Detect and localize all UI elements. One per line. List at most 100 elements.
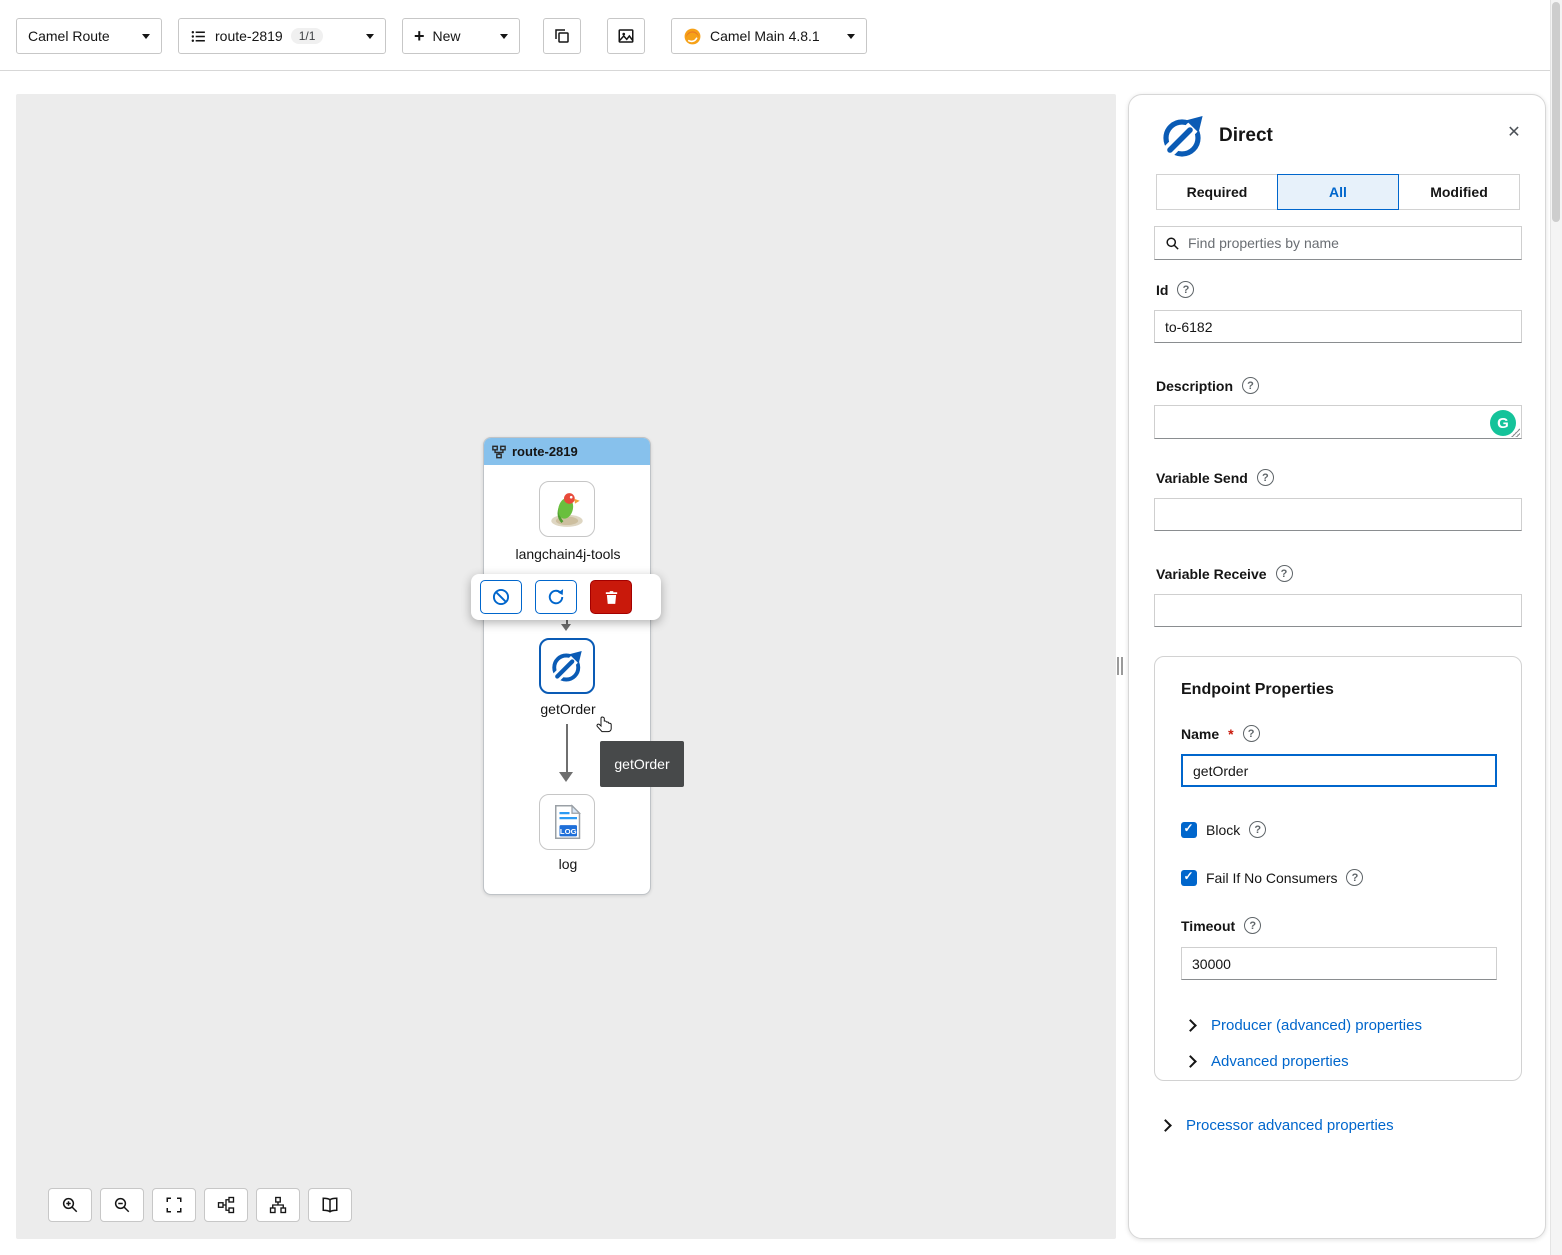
- help-icon[interactable]: [1276, 565, 1293, 582]
- help-icon[interactable]: [1177, 281, 1194, 298]
- route-selector-label: route-2819: [215, 28, 283, 44]
- node-log[interactable]: LOG: [539, 794, 595, 850]
- required-asterisk: *: [1228, 726, 1233, 742]
- help-icon[interactable]: [1249, 821, 1266, 838]
- processor-advanced-expand[interactable]: Processor advanced properties: [1158, 1117, 1394, 1134]
- name-input[interactable]: [1181, 754, 1497, 787]
- description-textarea[interactable]: [1154, 405, 1522, 439]
- node-hover-toolbar: [471, 574, 661, 620]
- edge-arrowhead: [559, 772, 573, 782]
- runtime-selector-dropdown[interactable]: Camel Main 4.8.1: [671, 18, 867, 54]
- chevron-right-icon: [1184, 1055, 1197, 1068]
- block-checkbox-row[interactable]: Block: [1181, 821, 1266, 838]
- tab-all[interactable]: All: [1277, 174, 1399, 210]
- book-icon: [321, 1196, 339, 1214]
- filter-tab-group: Required All Modified: [1156, 174, 1520, 210]
- chevron-right-icon: [1159, 1119, 1172, 1132]
- route-icon: [492, 445, 506, 459]
- log-component-icon: LOG: [547, 802, 587, 842]
- plus-icon: [414, 27, 425, 45]
- chevron-down-icon: [500, 34, 508, 39]
- panel-resize-handle[interactable]: [1117, 657, 1126, 675]
- resize-handle[interactable]: [1511, 428, 1520, 437]
- help-icon[interactable]: [1242, 377, 1259, 394]
- horizontal-layout-button[interactable]: [204, 1188, 248, 1222]
- property-search[interactable]: [1154, 226, 1522, 260]
- hand-cursor: [596, 716, 614, 739]
- flow-canvas[interactable]: route-2819 langchain4j-tools getOrder LO…: [16, 94, 1116, 1239]
- zoom-out-icon: [113, 1196, 131, 1214]
- export-image-button[interactable]: [607, 18, 645, 54]
- kaoto-designer-page: Camel Route route-2819 1/1 New Camel Mai…: [0, 0, 1562, 1255]
- route-container-header[interactable]: route-2819: [484, 438, 650, 465]
- variable-send-label: Variable Send: [1156, 469, 1274, 486]
- help-icon[interactable]: [1257, 469, 1274, 486]
- catalog-button[interactable]: [308, 1188, 352, 1222]
- edge-line: [566, 724, 568, 772]
- vertical-layout-button[interactable]: [256, 1188, 300, 1222]
- timeout-input[interactable]: [1181, 947, 1497, 980]
- close-icon[interactable]: [1503, 121, 1525, 143]
- replace-step-button[interactable]: [535, 580, 577, 614]
- properties-panel: Direct Required All Modified Id Descript…: [1128, 94, 1546, 1239]
- new-route-button[interactable]: New: [402, 18, 520, 54]
- image-icon: [617, 27, 635, 45]
- layout-vertical-icon: [269, 1196, 287, 1214]
- advanced-properties-expand[interactable]: Advanced properties: [1183, 1053, 1349, 1070]
- chevron-down-icon: [366, 34, 374, 39]
- route-list-icon: [190, 28, 207, 45]
- checkbox-checked-icon[interactable]: [1181, 822, 1197, 838]
- scrollbar-thumb[interactable]: [1552, 2, 1560, 222]
- chevron-right-icon: [1184, 1019, 1197, 1032]
- dsl-selector-dropdown[interactable]: Camel Route: [16, 18, 162, 54]
- chevron-down-icon: [142, 34, 150, 39]
- dsl-selector-label: Camel Route: [28, 28, 134, 44]
- panel-title: Direct: [1219, 125, 1273, 147]
- disable-step-button[interactable]: [480, 580, 522, 614]
- page-scrollbar[interactable]: [1550, 0, 1562, 1255]
- fail-checkbox-label: Fail If No Consumers: [1206, 870, 1337, 886]
- producer-advanced-link[interactable]: Producer (advanced) properties: [1211, 1017, 1422, 1034]
- processor-advanced-link[interactable]: Processor advanced properties: [1186, 1117, 1394, 1134]
- block-checkbox-label: Block: [1206, 822, 1240, 838]
- fit-view-icon: [165, 1196, 183, 1214]
- variable-receive-label: Variable Receive: [1156, 565, 1293, 582]
- help-icon[interactable]: [1346, 869, 1363, 886]
- zoom-out-button[interactable]: [100, 1188, 144, 1222]
- edge-arrowhead: [561, 624, 571, 631]
- route-title: route-2819: [512, 444, 578, 459]
- producer-advanced-expand[interactable]: Producer (advanced) properties: [1183, 1017, 1422, 1034]
- fit-to-screen-button[interactable]: [152, 1188, 196, 1222]
- advanced-properties-link[interactable]: Advanced properties: [1211, 1053, 1349, 1070]
- trash-icon: [603, 589, 620, 606]
- fail-if-no-consumers-checkbox-row[interactable]: Fail If No Consumers: [1181, 869, 1363, 886]
- direct-component-icon: [1159, 112, 1207, 165]
- copy-button[interactable]: [543, 18, 581, 54]
- node-label: langchain4j-tools: [484, 546, 652, 562]
- route-selector-dropdown[interactable]: route-2819 1/1: [178, 18, 386, 54]
- zoom-in-button[interactable]: [48, 1188, 92, 1222]
- node-getorder[interactable]: [539, 638, 595, 694]
- checkbox-checked-icon[interactable]: [1181, 870, 1197, 886]
- help-icon[interactable]: [1243, 725, 1260, 742]
- node-label: getOrder: [484, 701, 652, 717]
- route-container[interactable]: route-2819 langchain4j-tools getOrder LO…: [483, 437, 651, 895]
- endpoint-properties-title: Endpoint Properties: [1181, 681, 1334, 699]
- tab-required[interactable]: Required: [1156, 174, 1278, 210]
- copy-icon: [553, 27, 571, 45]
- node-langchain4j-tools[interactable]: [539, 481, 595, 537]
- variable-receive-input[interactable]: [1154, 594, 1522, 627]
- id-field-label: Id: [1156, 281, 1194, 298]
- refresh-icon: [546, 587, 566, 607]
- camel-logo-icon: [683, 27, 702, 46]
- variable-send-input[interactable]: [1154, 498, 1522, 531]
- layout-horizontal-icon: [217, 1196, 235, 1214]
- search-input[interactable]: [1188, 235, 1511, 251]
- help-icon[interactable]: [1244, 917, 1261, 934]
- chevron-down-icon: [847, 34, 855, 39]
- search-icon: [1165, 236, 1180, 251]
- id-input[interactable]: [1154, 310, 1522, 343]
- tab-modified[interactable]: Modified: [1398, 174, 1520, 210]
- delete-step-button[interactable]: [590, 580, 632, 614]
- langchain4j-parrot-icon: [546, 488, 588, 530]
